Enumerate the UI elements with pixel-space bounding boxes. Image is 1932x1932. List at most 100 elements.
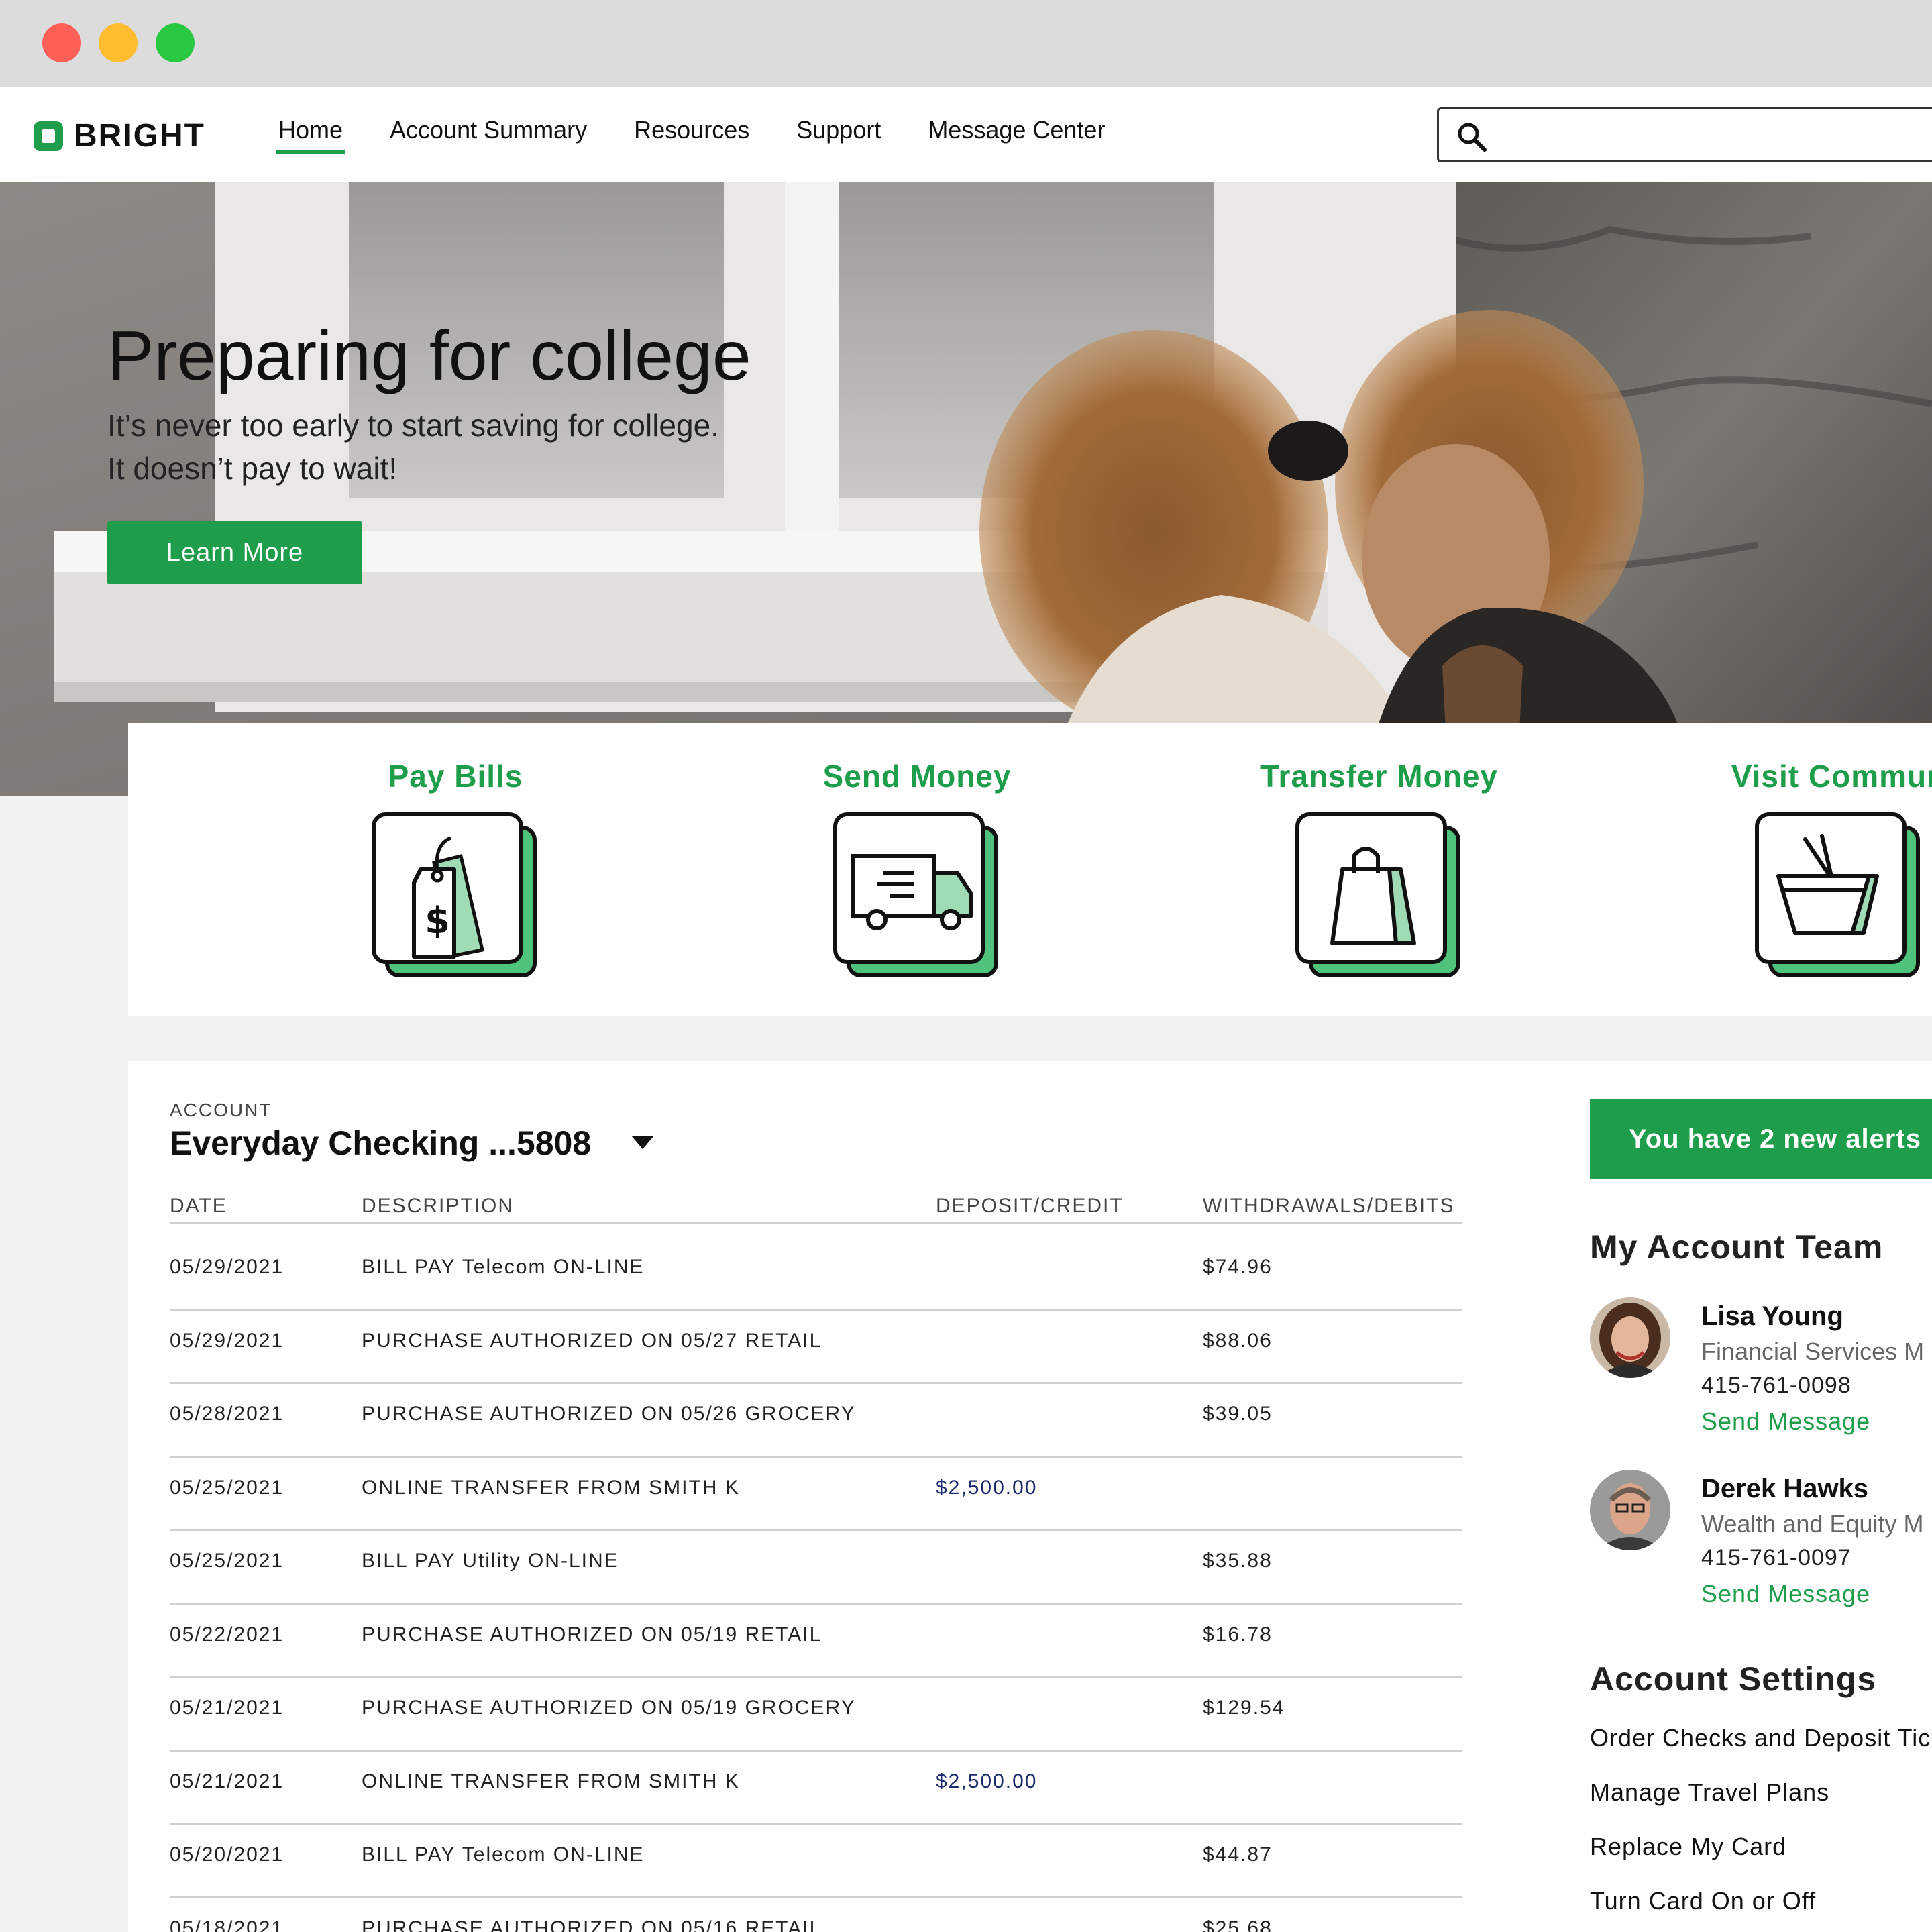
account-team-title: My Account Team xyxy=(1590,1228,1884,1266)
cell-date: 05/20/2021 xyxy=(170,1843,284,1866)
delivery-truck-icon xyxy=(833,812,998,977)
table-row[interactable]: 05/20/2021 BILL PAY Telecom ON-LINE $44.… xyxy=(170,1825,1462,1898)
send-message-link[interactable]: Send Message xyxy=(1701,1407,1870,1436)
price-tag-icon: $ xyxy=(372,812,537,977)
cell-date: 05/28/2021 xyxy=(170,1403,284,1425)
transactions-header: DATE DESCRIPTION DEPOSIT/CREDIT WITHDRAW… xyxy=(170,1195,1462,1224)
minimize-window-button[interactable] xyxy=(99,23,138,62)
action-pay-bills[interactable]: Pay Bills $ xyxy=(281,723,630,1016)
cell-description: BILL PAY Utility ON-LINE xyxy=(362,1550,619,1572)
search-icon xyxy=(1458,123,1487,152)
site-header: BRIGHT Home Account Summary Resources Su… xyxy=(0,87,1932,182)
hero-subtitle: It’s never too early to start saving for… xyxy=(107,404,912,490)
search-box[interactable] xyxy=(1437,107,1932,162)
cell-debit: $74.96 xyxy=(1203,1256,1273,1278)
table-row[interactable]: 05/21/2021 ONLINE TRANSFER FROM SMITH K … xyxy=(170,1752,1462,1825)
logo-mark-icon xyxy=(34,121,63,151)
cell-date: 05/21/2021 xyxy=(170,1697,284,1719)
alerts-button[interactable]: You have 2 new alerts xyxy=(1590,1099,1932,1179)
team-member-role: Wealth and Equity M xyxy=(1701,1510,1924,1538)
cell-description: PURCHASE AUTHORIZED ON 05/16 RETAIL xyxy=(362,1917,822,1932)
action-send-money[interactable]: Send Money xyxy=(743,723,1091,1016)
action-label: Visit Commun xyxy=(1731,759,1932,794)
chevron-down-icon[interactable] xyxy=(631,1136,654,1149)
nav-support[interactable]: Support xyxy=(796,116,881,152)
brand-logo[interactable]: BRIGHT xyxy=(34,117,205,154)
table-row[interactable]: 05/28/2021 PURCHASE AUTHORIZED ON 05/26 … xyxy=(170,1384,1462,1458)
cell-debit: $35.88 xyxy=(1203,1550,1273,1572)
column-debit[interactable]: WITHDRAWALS/DEBITS xyxy=(1203,1195,1454,1218)
quick-actions: Pay Bills $ Send Money Transfer Money Vi… xyxy=(128,723,1932,1016)
column-credit[interactable]: DEPOSIT/CREDIT xyxy=(936,1195,1124,1218)
setting-manage-travel-plans[interactable]: Manage Travel Plans xyxy=(1590,1778,1829,1807)
table-row[interactable]: 05/18/2021 PURCHASE AUTHORIZED ON 05/16 … xyxy=(170,1898,1462,1932)
table-row[interactable]: 05/25/2021 BILL PAY Utility ON-LINE $35.… xyxy=(170,1531,1462,1605)
cell-date: 05/29/2021 xyxy=(170,1329,284,1352)
cell-date: 05/25/2021 xyxy=(170,1550,284,1572)
cell-debit: $44.87 xyxy=(1203,1843,1273,1866)
maximize-window-button[interactable] xyxy=(156,23,195,62)
main-nav: Home Account Summary Resources Support M… xyxy=(275,116,1152,154)
action-label: Send Money xyxy=(822,759,1012,794)
transactions-table: 05/29/2021 BILL PAY Telecom ON-LINE $74.… xyxy=(170,1237,1462,1932)
setting-replace-card[interactable]: Replace My Card xyxy=(1590,1833,1786,1861)
cell-description: PURCHASE AUTHORIZED ON 05/27 RETAIL xyxy=(362,1329,822,1352)
close-window-button[interactable] xyxy=(42,23,81,62)
table-row[interactable]: 05/21/2021 PURCHASE AUTHORIZED ON 05/19 … xyxy=(170,1678,1462,1752)
search-input[interactable] xyxy=(1499,116,1929,155)
team-member-phone[interactable]: 415-761-0098 xyxy=(1701,1373,1851,1399)
team-member-name: Derek Hawks xyxy=(1701,1474,1869,1503)
account-label: ACCOUNT xyxy=(170,1099,272,1120)
cell-date: 05/22/2021 xyxy=(170,1623,284,1646)
cell-description: BILL PAY Telecom ON-LINE xyxy=(362,1256,645,1278)
team-member-name: Lisa Young xyxy=(1701,1301,1843,1331)
action-label: Transfer Money xyxy=(1260,759,1498,794)
cell-description: PURCHASE AUTHORIZED ON 05/19 GROCERY xyxy=(362,1697,856,1719)
action-visit-community[interactable]: Visit Commun xyxy=(1664,723,1932,1016)
action-label: Pay Bills xyxy=(388,759,523,794)
setting-order-checks[interactable]: Order Checks and Deposit Tic xyxy=(1590,1724,1931,1752)
cell-description: PURCHASE AUTHORIZED ON 05/19 RETAIL xyxy=(362,1623,822,1646)
team-member-card: Lisa Young Financial Services M 415-761-… xyxy=(1590,1297,1932,1458)
setting-turn-card-on-off[interactable]: Turn Card On or Off xyxy=(1590,1887,1816,1915)
brand-name: BRIGHT xyxy=(74,118,205,154)
column-description[interactable]: DESCRIPTION xyxy=(362,1195,514,1218)
cell-debit: $88.06 xyxy=(1203,1329,1273,1352)
account-settings-title: Account Settings xyxy=(1590,1660,1877,1698)
account-selector[interactable]: Everyday Checking ...5808 xyxy=(170,1124,591,1163)
team-member-phone[interactable]: 415-761-0097 xyxy=(1701,1545,1851,1571)
window-titlebar xyxy=(0,0,1932,87)
cell-date: 05/25/2021 xyxy=(170,1476,284,1499)
table-row[interactable]: 05/29/2021 PURCHASE AUTHORIZED ON 05/27 … xyxy=(170,1311,1462,1384)
team-member-card: Derek Hawks Wealth and Equity M 415-761-… xyxy=(1590,1470,1932,1631)
hero-banner: Preparing for college It’s never too ear… xyxy=(0,182,1932,796)
cell-description: PURCHASE AUTHORIZED ON 05/26 GROCERY xyxy=(362,1403,856,1425)
hero-title: Preparing for college xyxy=(107,317,751,395)
avatar xyxy=(1590,1470,1670,1550)
cell-debit: $129.54 xyxy=(1203,1697,1285,1719)
shopping-bag-icon xyxy=(1295,812,1460,977)
nav-resources[interactable]: Resources xyxy=(634,116,749,152)
cell-debit: $39.05 xyxy=(1203,1403,1273,1425)
action-transfer-money[interactable]: Transfer Money xyxy=(1205,723,1554,1016)
cell-date: 05/29/2021 xyxy=(170,1256,284,1278)
cell-credit: $2,500.00 xyxy=(936,1476,1038,1499)
column-date[interactable]: DATE xyxy=(170,1195,227,1218)
avatar xyxy=(1590,1297,1670,1378)
team-member-role: Financial Services M xyxy=(1701,1338,1925,1365)
table-row[interactable]: 05/25/2021 ONLINE TRANSFER FROM SMITH K … xyxy=(170,1458,1462,1531)
cell-description: ONLINE TRANSFER FROM SMITH K xyxy=(362,1476,740,1499)
table-row[interactable]: 05/22/2021 PURCHASE AUTHORIZED ON 05/19 … xyxy=(170,1605,1462,1678)
learn-more-button[interactable]: Learn More xyxy=(107,521,362,584)
send-message-link[interactable]: Send Message xyxy=(1701,1580,1870,1608)
cell-description: BILL PAY Telecom ON-LINE xyxy=(362,1843,645,1866)
svg-text:$: $ xyxy=(425,900,450,942)
hero-subtitle-line-1: It’s never too early to start saving for… xyxy=(107,408,719,443)
shopping-basket-icon xyxy=(1755,812,1920,977)
nav-home[interactable]: Home xyxy=(275,116,346,154)
cell-description: ONLINE TRANSFER FROM SMITH K xyxy=(362,1770,740,1792)
table-row[interactable]: 05/29/2021 BILL PAY Telecom ON-LINE $74.… xyxy=(170,1237,1462,1311)
cell-date: 05/21/2021 xyxy=(170,1770,284,1792)
nav-message-center[interactable]: Message Center xyxy=(928,116,1105,152)
nav-account-summary[interactable]: Account Summary xyxy=(390,116,587,152)
